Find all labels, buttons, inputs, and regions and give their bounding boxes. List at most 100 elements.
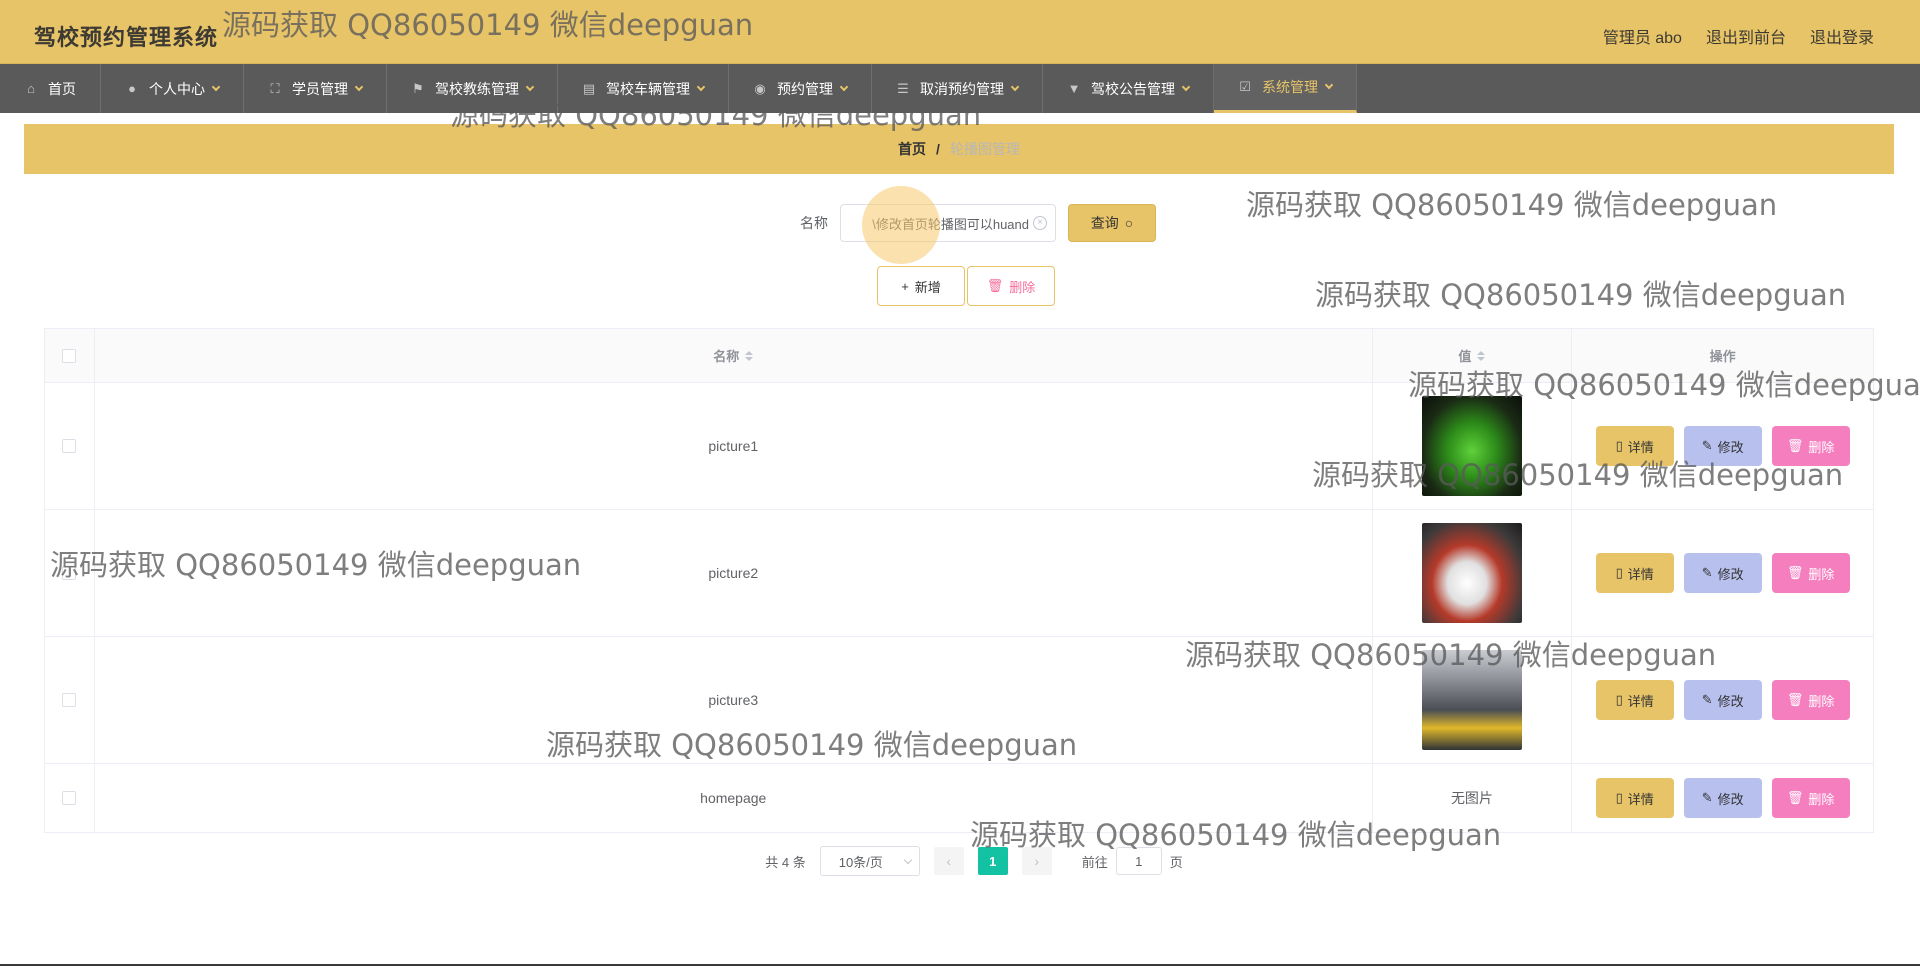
nav-label: 驾校车辆管理 bbox=[606, 80, 690, 97]
row-value-cell: 无图片 bbox=[1373, 764, 1573, 832]
logout-link[interactable]: 退出登录 bbox=[1810, 24, 1874, 48]
chevron-down-icon bbox=[696, 82, 706, 91]
next-page-button[interactable]: › bbox=[1021, 847, 1052, 875]
delete-button[interactable]: 🗑 删除 bbox=[1771, 553, 1850, 593]
nav-item-personal-center[interactable]: ● 个人中心 bbox=[101, 64, 244, 113]
row-name-cell: picture2 bbox=[95, 510, 1373, 636]
nav-label: 系统管理 bbox=[1262, 79, 1318, 95]
delete-button[interactable]: 🗑 删除 bbox=[1771, 680, 1850, 720]
header-actions: 管理员 abo 退出到前台 退出登录 bbox=[1603, 24, 1874, 48]
page-size-select[interactable]: 10条/页 bbox=[819, 846, 920, 876]
chevron-down-icon bbox=[1324, 80, 1334, 90]
clear-icon[interactable]: × bbox=[1033, 216, 1047, 230]
trash-icon: 🗑 bbox=[1786, 790, 1804, 805]
row-checkbox[interactable] bbox=[62, 693, 77, 707]
select-all-checkbox[interactable] bbox=[62, 348, 77, 363]
breadcrumb: 首页 / 轮播图管理 bbox=[24, 124, 1894, 174]
row-check-cell bbox=[45, 383, 95, 509]
row-checkbox[interactable] bbox=[62, 791, 77, 805]
nav-item-reservations[interactable]: ◉ 预约管理 bbox=[729, 64, 872, 113]
goto-page-input[interactable] bbox=[1115, 847, 1162, 875]
main-nav: ⌂ 首页 ● 个人中心 ⛶ 学员管理 ⚑ 驾校教练管理 ▤ 驾校车辆管理 ◉ 预… bbox=[0, 64, 1920, 113]
row-value-cell bbox=[1373, 637, 1573, 763]
nav-item-vehicles[interactable]: ▤ 驾校车辆管理 bbox=[558, 64, 729, 113]
nav-label: 驾校教练管理 bbox=[435, 80, 519, 97]
table-row: picture2 ▯ 详情 ✎ 修改 🗑 删除 bbox=[45, 510, 1873, 637]
nav-label: 学员管理 bbox=[292, 80, 348, 97]
row-operations: ▯ 详情 ✎ 修改 🗑 删除 bbox=[1572, 383, 1873, 509]
nav-label: 驾校公告管理 bbox=[1091, 80, 1175, 97]
home-icon: ⌂ bbox=[27, 80, 35, 96]
nav-item-home[interactable]: ⌂ 首页 bbox=[0, 64, 101, 113]
data-table: 名称 值 操作 picture1 ▯ 详情 ✎ 修改 🗑 删除 picture2… bbox=[44, 328, 1874, 833]
pencil-icon: ✎ bbox=[1701, 692, 1713, 707]
nav-label: 首页 bbox=[48, 80, 76, 97]
add-button[interactable]: + 新增 bbox=[877, 266, 965, 306]
picture-thumbnail[interactable] bbox=[1421, 523, 1522, 623]
detail-icon: ▯ bbox=[1615, 565, 1623, 580]
edit-button[interactable]: ✎ 修改 bbox=[1683, 778, 1762, 818]
breadcrumb-current: 轮播图管理 bbox=[949, 141, 1020, 157]
search-input[interactable] bbox=[855, 215, 1029, 231]
query-button[interactable]: 查询 ○ bbox=[1068, 204, 1156, 242]
content-card: 名称 × 查询 ○ + 新增 🗑 删除 名称 bbox=[24, 182, 1894, 894]
chevron-down-icon bbox=[903, 855, 912, 864]
chevron-down-icon bbox=[1181, 82, 1191, 91]
goto-prefix: 前往 bbox=[1081, 854, 1108, 870]
sort-icon[interactable] bbox=[1477, 350, 1486, 361]
row-value-cell bbox=[1373, 383, 1573, 509]
edit-button-label: 修改 bbox=[1717, 439, 1744, 455]
table-row: homepage 无图片 ▯ 详情 ✎ 修改 🗑 删除 bbox=[45, 764, 1873, 832]
detail-button[interactable]: ▯ 详情 bbox=[1595, 778, 1674, 818]
nav-item-students[interactable]: ⛶ 学员管理 bbox=[244, 64, 387, 113]
exit-to-frontend-link[interactable]: 退出到前台 bbox=[1706, 24, 1786, 48]
batch-delete-button[interactable]: 🗑 删除 bbox=[967, 266, 1055, 306]
row-check-cell bbox=[45, 637, 95, 763]
app-title: 驾校预约管理系统 bbox=[34, 25, 219, 50]
user-icon: ● bbox=[128, 80, 136, 96]
chevron-down-icon bbox=[525, 82, 535, 91]
window-bottom-edge bbox=[0, 964, 1920, 966]
system-icon: ☑ bbox=[1239, 79, 1251, 94]
chevron-down-icon bbox=[839, 82, 849, 91]
goto-suffix: 页 bbox=[1169, 854, 1183, 870]
nav-item-notices[interactable]: ▼ 驾校公告管理 bbox=[1043, 64, 1214, 113]
row-checkbox[interactable] bbox=[62, 439, 77, 453]
flag-icon: ⚑ bbox=[412, 80, 424, 96]
edit-button[interactable]: ✎ 修改 bbox=[1683, 426, 1762, 466]
nav-item-coaches[interactable]: ⚑ 驾校教练管理 bbox=[387, 64, 558, 113]
row-operations: ▯ 详情 ✎ 修改 🗑 删除 bbox=[1572, 637, 1873, 763]
row-checkbox[interactable] bbox=[62, 566, 77, 580]
detail-button[interactable]: ▯ 详情 bbox=[1595, 553, 1674, 593]
search-icon: ○ bbox=[1124, 215, 1134, 231]
delete-button-label: 删除 bbox=[1808, 791, 1835, 807]
delete-button[interactable]: 🗑 删除 bbox=[1771, 426, 1850, 466]
edit-button[interactable]: ✎ 修改 bbox=[1683, 553, 1762, 593]
frame-icon: ⛶ bbox=[270, 80, 280, 96]
delete-button-label: 删除 bbox=[1009, 279, 1036, 295]
add-button-label: 新增 bbox=[914, 279, 941, 295]
search-field[interactable]: × bbox=[840, 204, 1056, 242]
column-header-name[interactable]: 名称 bbox=[95, 329, 1373, 382]
sort-icon[interactable] bbox=[745, 350, 754, 361]
delete-button[interactable]: 🗑 删除 bbox=[1771, 778, 1850, 818]
detail-button[interactable]: ▯ 详情 bbox=[1595, 426, 1674, 466]
prev-page-button[interactable]: ‹ bbox=[933, 847, 964, 875]
nav-label: 取消预约管理 bbox=[920, 80, 1004, 97]
delete-button-label: 删除 bbox=[1808, 439, 1835, 455]
picture-thumbnail[interactable] bbox=[1421, 650, 1522, 750]
breadcrumb-home[interactable]: 首页 bbox=[898, 139, 926, 159]
column-header-value[interactable]: 值 bbox=[1373, 329, 1573, 382]
page-number-current[interactable]: 1 bbox=[977, 847, 1008, 875]
picture-thumbnail[interactable] bbox=[1421, 396, 1522, 496]
current-user-label: 管理员 abo bbox=[1602, 30, 1682, 47]
notice-icon: ▼ bbox=[1067, 80, 1081, 96]
nav-item-cancellations[interactable]: ☰ 取消预约管理 bbox=[872, 64, 1043, 113]
table-row: picture1 ▯ 详情 ✎ 修改 🗑 删除 bbox=[45, 383, 1873, 510]
detail-button[interactable]: ▯ 详情 bbox=[1595, 680, 1674, 720]
edit-button[interactable]: ✎ 修改 bbox=[1683, 680, 1762, 720]
row-name-cell: picture3 bbox=[95, 637, 1373, 763]
row-name-cell: homepage bbox=[95, 764, 1373, 832]
chevron-down-icon bbox=[1010, 82, 1020, 91]
nav-item-system[interactable]: ☑ 系统管理 bbox=[1214, 64, 1357, 113]
